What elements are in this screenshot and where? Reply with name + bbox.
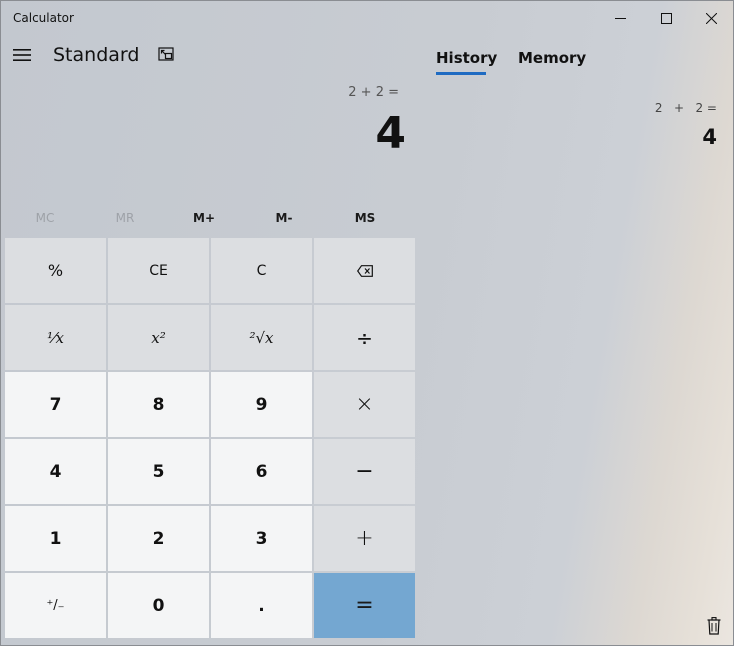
divide-label: ÷	[356, 325, 373, 350]
digit-1-label: 1	[49, 528, 62, 549]
digit-9-label: 9	[255, 394, 268, 415]
percent-label: %	[47, 261, 64, 280]
subtract-button[interactable]: −	[314, 439, 415, 504]
keypad: % CE C ⅟x x² ²√x ÷ 7 8 9 × 4 5 6 − 1 2 3…	[4, 237, 418, 645]
window-title: Calculator	[13, 11, 74, 25]
clear-entry-label: CE	[149, 262, 168, 279]
digit-2-label: 2	[152, 528, 165, 549]
digit-7-label: 7	[49, 394, 62, 415]
multiply-label: ×	[355, 392, 374, 417]
digit-0-button[interactable]: 0	[108, 573, 209, 638]
equals-label: =	[355, 593, 374, 618]
expression-display: 2 + 2 =	[348, 85, 399, 100]
digit-3-label: 3	[255, 528, 268, 549]
percent-button[interactable]: %	[5, 238, 106, 303]
square-label: x²	[151, 328, 166, 347]
reciprocal-button[interactable]: ⅟x	[5, 305, 106, 370]
equals-button[interactable]: =	[314, 573, 415, 638]
subtract-label: −	[355, 459, 374, 484]
digit-5-button[interactable]: 5	[108, 439, 209, 504]
tab-memory[interactable]: Memory	[518, 49, 586, 67]
maximize-button[interactable]	[643, 1, 689, 35]
digit-4-label: 4	[49, 461, 62, 482]
digit-8-label: 8	[152, 394, 165, 415]
history-item-result[interactable]: 4	[702, 125, 717, 149]
reciprocal-label: ⅟x	[47, 328, 64, 347]
close-icon	[705, 12, 717, 24]
memory-store-button[interactable]: MS	[325, 204, 405, 232]
square-root-label: ²√x	[249, 328, 274, 347]
digit-3-button[interactable]: 3	[211, 506, 312, 571]
digit-4-button[interactable]: 4	[5, 439, 106, 504]
negate-button[interactable]: ⁺/₋	[5, 573, 106, 638]
keep-on-top-icon	[158, 47, 174, 61]
keep-on-top-button[interactable]	[151, 39, 181, 69]
digit-6-label: 6	[255, 461, 268, 482]
digit-9-button[interactable]: 9	[211, 372, 312, 437]
mode-title: Standard	[53, 44, 140, 66]
maximize-icon	[660, 12, 672, 24]
hamburger-icon	[13, 49, 31, 61]
clear-entry-button[interactable]: CE	[108, 238, 209, 303]
minimize-icon	[614, 17, 626, 19]
title-bar[interactable]: Calculator	[1, 1, 733, 35]
divide-button[interactable]: ÷	[314, 305, 415, 370]
decimal-button[interactable]: .	[211, 573, 312, 638]
square-root-button[interactable]: ²√x	[211, 305, 312, 370]
backspace-button[interactable]	[314, 238, 415, 303]
memory-add-button[interactable]: M+	[164, 204, 244, 232]
add-button[interactable]: +	[314, 506, 415, 571]
digit-1-button[interactable]: 1	[5, 506, 106, 571]
add-label: +	[355, 526, 374, 551]
decimal-label: .	[258, 595, 265, 616]
memory-subtract-button[interactable]: M-	[244, 204, 324, 232]
negate-label: ⁺/₋	[46, 598, 65, 613]
history-item-expression[interactable]: 2 + 2 =	[655, 101, 717, 115]
clear-history-button[interactable]	[703, 615, 725, 637]
multiply-button[interactable]: ×	[314, 372, 415, 437]
memory-recall-button[interactable]: MR	[85, 204, 165, 232]
calculator-window: Calculator Standard 2 + 2 = 4 MC MR M+ M…	[0, 0, 734, 646]
memory-clear-button[interactable]: MC	[5, 204, 85, 232]
navigation-menu-button[interactable]	[10, 43, 34, 67]
minimize-button[interactable]	[597, 1, 643, 35]
digit-2-button[interactable]: 2	[108, 506, 209, 571]
trash-icon	[707, 617, 721, 635]
active-tab-indicator	[436, 72, 486, 75]
square-button[interactable]: x²	[108, 305, 209, 370]
digit-5-label: 5	[152, 461, 165, 482]
digit-0-label: 0	[152, 595, 165, 616]
tab-history[interactable]: History	[436, 49, 497, 67]
clear-button[interactable]: C	[211, 238, 312, 303]
clear-label: C	[256, 262, 267, 279]
digit-8-button[interactable]: 8	[108, 372, 209, 437]
close-button[interactable]	[688, 1, 734, 35]
digit-6-button[interactable]: 6	[211, 439, 312, 504]
result-display: 4	[375, 108, 406, 159]
digit-7-button[interactable]: 7	[5, 372, 106, 437]
backspace-icon	[356, 264, 373, 277]
